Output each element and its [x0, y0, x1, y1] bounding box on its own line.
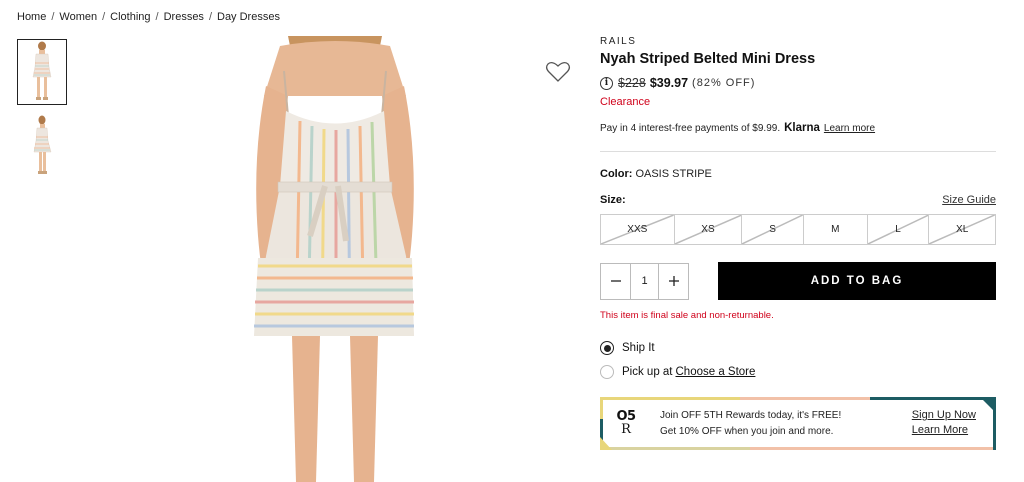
size-label-text: XS — [701, 224, 715, 235]
rewards-headline: Join OFF 5TH Rewards today, it's FREE! — [660, 410, 842, 421]
size-label: Size: — [600, 194, 626, 206]
fulfillment-options: Ship It Pick up at Choose a Store — [600, 337, 996, 383]
off5th-rewards-logo: O5 R — [614, 410, 638, 437]
sign-up-now-link[interactable]: Sign Up Now — [912, 409, 976, 421]
rewards-logo-bottom: R — [621, 421, 631, 437]
size-label-text: L — [895, 224, 901, 235]
breadcrumb: Home / Women / Clothing / Dresses / Day … — [17, 11, 280, 23]
divider — [600, 151, 996, 152]
pickup-label: Pick up at — [622, 366, 673, 378]
quantity-input[interactable]: 1 — [630, 263, 659, 299]
product-title: Nyah Striped Belted Mini Dress — [600, 51, 816, 67]
rewards-learn-more-link[interactable]: Learn More — [912, 424, 976, 436]
thumbnail-front[interactable] — [17, 39, 67, 105]
klarna-logo: Klarna — [784, 122, 820, 134]
product-info-panel: RAILS Nyah Striped Belted Mini Dress i $… — [600, 30, 996, 450]
breadcrumb-clothing[interactable]: Clothing — [110, 11, 150, 23]
pickup-option[interactable]: Pick up at Choose a Store — [600, 361, 996, 383]
ship-it-label: Ship It — [622, 342, 655, 354]
size-option-l[interactable]: L — [868, 215, 930, 244]
size-option-s[interactable]: S — [742, 215, 804, 244]
sale-price: $39.97 — [649, 76, 689, 90]
size-option-m[interactable]: M — [804, 215, 868, 244]
breadcrumb-women[interactable]: Women — [59, 11, 97, 23]
breadcrumb-dresses[interactable]: Dresses — [164, 11, 204, 23]
buy-row: 1 ADD TO BAG — [600, 262, 996, 300]
size-label-text: XXS — [627, 224, 648, 235]
original-price: $228 — [618, 76, 646, 90]
breadcrumb-home[interactable]: Home — [17, 11, 46, 23]
breadcrumb-day-dresses[interactable]: Day Dresses — [217, 11, 280, 23]
choose-store-link[interactable]: Choose a Store — [676, 366, 756, 378]
thumbnail-list — [17, 39, 68, 187]
final-sale-notice: This item is final sale and non-returnab… — [600, 310, 774, 321]
dress-thumbnail-image — [33, 115, 52, 174]
color-label: Color: — [600, 168, 633, 180]
decrease-quantity-button[interactable] — [601, 264, 630, 299]
size-option-xs[interactable]: XS — [675, 215, 743, 244]
clearance-label: Clearance — [600, 96, 651, 108]
rewards-banner: O5 R Join OFF 5TH Rewards today, it's FR… — [600, 397, 996, 450]
quantity-stepper: 1 — [600, 262, 689, 300]
color-value: OASIS STRIPE — [635, 168, 712, 180]
discount-percent: (82% OFF) — [692, 77, 756, 89]
size-guide-link[interactable]: Size Guide — [942, 194, 996, 206]
rewards-subtext: Get 10% OFF when you join and more. — [660, 426, 834, 437]
size-selector: XXS XS S M L XL — [600, 214, 996, 245]
dress-photo — [254, 36, 414, 482]
breadcrumb-separator: / — [51, 11, 55, 23]
breadcrumb-separator: / — [102, 11, 106, 23]
product-main-image[interactable] — [210, 36, 460, 482]
pickup-radio[interactable] — [600, 365, 614, 379]
dress-thumbnail-image — [32, 41, 52, 100]
thumbnail-side[interactable] — [17, 113, 67, 179]
rewards-text: Join OFF 5TH Rewards today, it's FREE! G… — [660, 410, 841, 437]
klarna-text: Pay in 4 interest-free payments of $9.99… — [600, 122, 781, 134]
size-option-xxs[interactable]: XXS — [601, 215, 675, 244]
size-label-text: S — [769, 224, 776, 235]
rewards-links: Sign Up Now Learn More — [912, 408, 976, 439]
product-brand[interactable]: RAILS — [600, 36, 996, 47]
breadcrumb-separator: / — [208, 11, 212, 23]
breadcrumb-separator: / — [155, 11, 159, 23]
add-to-bag-button[interactable]: ADD TO BAG — [718, 262, 996, 300]
price-info-icon[interactable]: i — [600, 76, 613, 90]
klarna-row: Pay in 4 interest-free payments of $9.99… — [600, 122, 996, 134]
size-label-text: M — [831, 224, 840, 235]
size-option-xl[interactable]: XL — [929, 215, 995, 244]
ship-it-radio[interactable] — [600, 341, 614, 355]
klarna-learn-more-link[interactable]: Learn more — [824, 123, 875, 134]
price-row: i $228 $39.97 (82% OFF) — [600, 76, 996, 90]
size-label-text: XL — [956, 224, 969, 235]
plus-icon — [668, 276, 679, 286]
size-header: Size: Size Guide — [600, 194, 996, 206]
color-row: Color: OASIS STRIPE — [600, 168, 996, 180]
minus-icon — [610, 280, 621, 282]
wishlist-heart-icon[interactable] — [545, 60, 571, 84]
ship-it-option[interactable]: Ship It — [600, 337, 996, 359]
increase-quantity-button[interactable] — [659, 264, 688, 299]
